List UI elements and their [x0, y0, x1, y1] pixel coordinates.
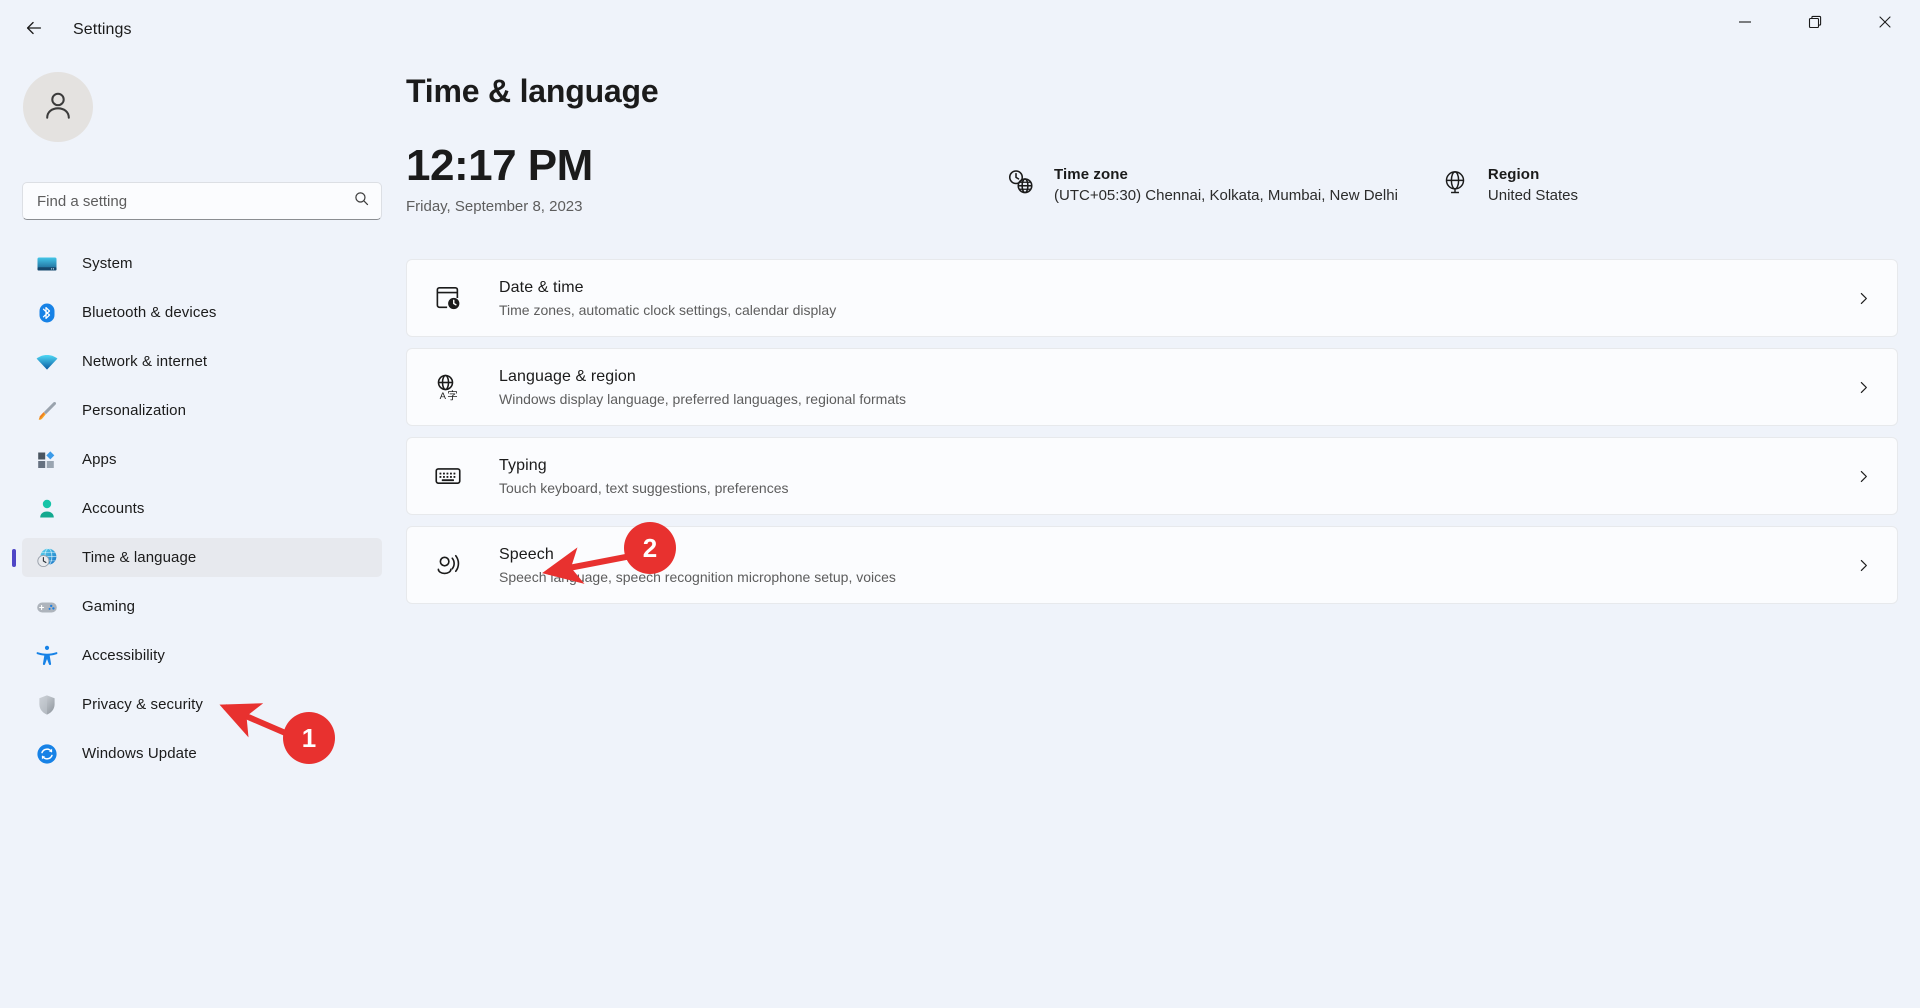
sidebar-item-privacy-security[interactable]: Privacy & security [22, 685, 382, 724]
region-value: United States [1488, 187, 1578, 204]
sidebar: System Bluetooth & devices [0, 60, 398, 1008]
card-language-region[interactable]: A 字 Language & region Windows display la… [406, 348, 1898, 426]
sidebar-nav: System Bluetooth & devices [22, 244, 382, 773]
card-text: Speech Speech language, speech recogniti… [499, 546, 1851, 585]
card-title: Date & time [499, 279, 1851, 297]
main-content: Time & language 12:17 PM Friday, Septemb… [398, 60, 1920, 1008]
sidebar-item-system[interactable]: System [22, 244, 382, 283]
minimize-icon [1737, 14, 1753, 35]
chevron-right-icon[interactable] [1851, 464, 1875, 488]
gamepad-icon [34, 594, 60, 620]
paintbrush-icon [34, 398, 60, 424]
window-controls [1710, 0, 1920, 48]
sidebar-item-label: Windows Update [82, 745, 197, 762]
card-subtitle: Touch keyboard, text suggestions, prefer… [499, 480, 1851, 496]
sidebar-item-apps[interactable]: Apps [22, 440, 382, 479]
minimize-button[interactable] [1710, 0, 1780, 48]
svg-text:A: A [440, 391, 447, 402]
sidebar-item-label: Gaming [82, 598, 135, 615]
person-icon [34, 496, 60, 522]
card-text: Typing Touch keyboard, text suggestions,… [499, 457, 1851, 496]
apps-grid-icon [34, 447, 60, 473]
speech-icon [431, 548, 465, 582]
card-date-time[interactable]: Date & time Time zones, automatic clock … [406, 259, 1898, 337]
card-text: Language & region Windows display langua… [499, 368, 1851, 407]
page-title: Time & language [406, 73, 1898, 110]
sidebar-item-label: System [82, 255, 133, 272]
app-title: Settings [73, 21, 132, 39]
clock-globe-icon [1006, 167, 1036, 197]
sidebar-item-personalization[interactable]: Personalization [22, 391, 382, 430]
back-arrow-icon [23, 17, 45, 44]
sidebar-item-accessibility[interactable]: Accessibility [22, 636, 382, 675]
shield-icon [34, 692, 60, 718]
clock-block: 12:17 PM Friday, September 8, 2023 [406, 143, 1006, 215]
calendar-clock-icon [431, 281, 465, 315]
keyboard-icon [431, 459, 465, 493]
settings-cards: Date & time Time zones, automatic clock … [406, 259, 1898, 604]
sidebar-item-label: Privacy & security [82, 696, 203, 713]
card-speech[interactable]: Speech Speech language, speech recogniti… [406, 526, 1898, 604]
update-refresh-icon [34, 741, 60, 767]
sidebar-item-label: Personalization [82, 402, 186, 419]
chevron-right-icon[interactable] [1851, 553, 1875, 577]
sidebar-item-windows-update[interactable]: Windows Update [22, 734, 382, 773]
user-avatar-icon [40, 87, 76, 128]
search-box[interactable] [22, 182, 382, 220]
chevron-right-icon[interactable] [1851, 286, 1875, 310]
card-text: Date & time Time zones, automatic clock … [499, 279, 1851, 318]
bluetooth-icon [34, 300, 60, 326]
search-input[interactable] [37, 193, 353, 210]
sidebar-item-label: Bluetooth & devices [82, 304, 216, 321]
sidebar-item-label: Accessibility [82, 647, 165, 664]
sidebar-item-label: Time & language [82, 549, 196, 566]
sidebar-item-accounts[interactable]: Accounts [22, 489, 382, 528]
card-title: Speech [499, 546, 1851, 564]
close-icon [1877, 14, 1893, 35]
restore-button[interactable] [1780, 0, 1850, 48]
wifi-icon [34, 349, 60, 375]
card-title: Typing [499, 457, 1851, 475]
clock-globe-icon [34, 545, 60, 571]
region-title: Region [1488, 166, 1578, 183]
app-body: System Bluetooth & devices [0, 60, 1920, 1008]
accessibility-icon [34, 643, 60, 669]
card-title: Language & region [499, 368, 1851, 386]
back-button[interactable] [14, 10, 54, 50]
restore-icon [1807, 14, 1823, 35]
card-subtitle: Speech language, speech recognition micr… [499, 569, 1851, 585]
globe-icon [1440, 167, 1470, 197]
time-summary: 12:17 PM Friday, September 8, 2023 [406, 143, 1898, 235]
sidebar-item-label: Accounts [82, 500, 145, 517]
sidebar-item-network-internet[interactable]: Network & internet [22, 342, 382, 381]
sidebar-item-time-language[interactable]: Time & language [22, 538, 382, 577]
sidebar-item-label: Apps [82, 451, 117, 468]
chevron-right-icon[interactable] [1851, 375, 1875, 399]
current-date: Friday, September 8, 2023 [406, 198, 1006, 215]
title-bar: Settings [0, 0, 1920, 60]
current-time: 12:17 PM [406, 143, 1006, 189]
avatar[interactable] [23, 72, 93, 142]
timezone-text: Time zone (UTC+05:30) Chennai, Kolkata, … [1054, 166, 1398, 204]
sidebar-item-gaming[interactable]: Gaming [22, 587, 382, 626]
svg-text:字: 字 [447, 389, 458, 402]
timezone-title: Time zone [1054, 166, 1398, 183]
timezone-info: Time zone (UTC+05:30) Chennai, Kolkata, … [1006, 143, 1398, 204]
timezone-value: (UTC+05:30) Chennai, Kolkata, Mumbai, Ne… [1054, 187, 1398, 204]
sidebar-item-bluetooth-devices[interactable]: Bluetooth & devices [22, 293, 382, 332]
region-text: Region United States [1488, 166, 1578, 204]
region-info: Region United States [1440, 143, 1578, 204]
monitor-icon [34, 251, 60, 277]
sidebar-item-label: Network & internet [82, 353, 207, 370]
search-icon[interactable] [353, 190, 370, 212]
card-subtitle: Time zones, automatic clock settings, ca… [499, 302, 1851, 318]
card-subtitle: Windows display language, preferred lang… [499, 391, 1851, 407]
language-globe-icon: A 字 [431, 370, 465, 404]
close-button[interactable] [1850, 0, 1920, 48]
card-typing[interactable]: Typing Touch keyboard, text suggestions,… [406, 437, 1898, 515]
